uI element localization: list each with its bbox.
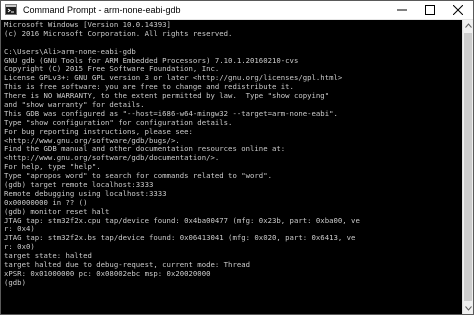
console-line: JTAG tap: stm32f2x.cpu tap/device found:… (4, 216, 360, 225)
minimize-icon (397, 9, 407, 11)
console-line: <http://www.gnu.org/software/gdb/bugs/>. (4, 136, 180, 145)
minimize-button[interactable] (388, 1, 416, 19)
command-prompt-window: Command Prompt - arm-none-eabi-gdb Micro… (0, 0, 474, 315)
console-icon[interactable] (5, 4, 17, 15)
console-line: License GPLv3+: GNU GPL version 3 or lat… (4, 74, 343, 83)
scroll-down-arrow-icon (464, 306, 472, 311)
scroll-up-arrow-icon (464, 23, 472, 28)
console-line: 0x00000000 in ?? () (4, 198, 88, 207)
console-line: <http://www.gnu.org/software/gdb/documen… (4, 154, 220, 163)
maximize-button[interactable] (416, 1, 444, 19)
console-line: Type "apropos word" to search for comman… (4, 172, 272, 181)
console-output[interactable]: Microsoft Windows [Version 10.0.14393] (c… (1, 20, 462, 314)
vertical-scrollbar[interactable] (462, 20, 473, 314)
console-line: This GDB was configured as "--host=i686-… (4, 109, 338, 118)
console-line: For help, type "help". (4, 163, 101, 172)
console-line: target halted due to debug-request, curr… (4, 261, 251, 270)
console-line: r: 0x0) (4, 243, 35, 252)
console-line: Find the GDB manual and other documentat… (4, 145, 286, 154)
console-lines: Microsoft Windows [Version 10.0.14393] (c… (4, 21, 460, 288)
console-line: (c) 2016 Microsoft Corporation. All righ… (4, 29, 233, 38)
console-line: GNU gdb (GNU Tools for ARM Embedded Proc… (4, 56, 299, 65)
console-line: (gdb) monitor reset halt (4, 207, 110, 216)
console-line: target state: halted (4, 252, 92, 261)
maximize-icon (425, 5, 435, 15)
scroll-down-button[interactable] (463, 303, 473, 314)
console-line: For bug reporting instructions, please s… (4, 127, 193, 136)
console-line: This is free software: you are free to c… (4, 83, 294, 92)
console-line: r: 0x4) (4, 225, 35, 234)
console-line: Remote debugging using localhost:3333 (4, 189, 167, 198)
window-title: Command Prompt - arm-none-eabi-gdb (23, 5, 181, 15)
console-line: Microsoft Windows [Version 10.0.14393] (4, 21, 171, 29)
close-button[interactable] (444, 1, 472, 19)
console-line: There is NO WARRANTY, to the extent perm… (4, 92, 330, 101)
console-line: C:\Users\Ali>arm-none-eabi-gdb (4, 47, 136, 56)
console-line: (gdb) target remote localhost:3333 (4, 181, 154, 190)
console-line: xPSR: 0x01000000 pc: 0x08002ebc msp: 0x2… (4, 269, 211, 278)
scroll-up-button[interactable] (463, 20, 473, 31)
scrollbar-thumb[interactable] (464, 33, 472, 301)
close-icon (453, 5, 463, 15)
console-line: (gdb) (4, 278, 26, 287)
console-line: Copyright (C) 2015 Free Software Foundat… (4, 65, 220, 74)
console-line: and "show warranty" for details. (4, 101, 145, 110)
title-bar[interactable]: Command Prompt - arm-none-eabi-gdb (1, 1, 473, 20)
console-line: JTAG tap: stm32f2x.bs tap/device found: … (4, 234, 356, 243)
console-line: Type "show configuration" for configurat… (4, 118, 233, 127)
